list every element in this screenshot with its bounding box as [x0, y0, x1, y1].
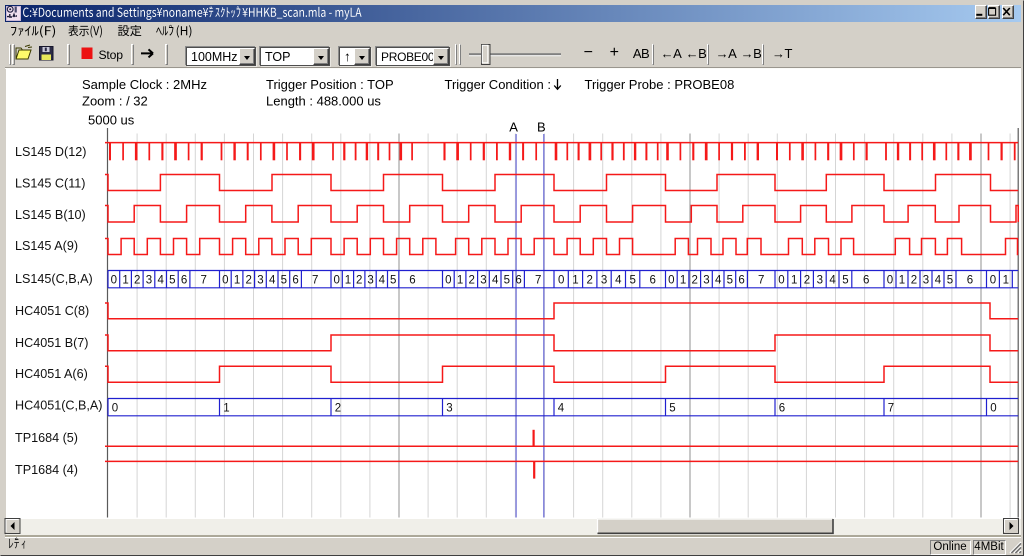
svg-text:5: 5	[504, 275, 510, 287]
svg-text:6: 6	[738, 275, 744, 287]
svg-text:6: 6	[863, 275, 869, 287]
svg-text:3: 3	[601, 275, 607, 287]
svg-text:1: 1	[572, 275, 578, 287]
svg-text:LS145 C(11): LS145 C(11)	[15, 176, 85, 190]
svg-text:A: A	[509, 120, 518, 135]
svg-text:2: 2	[587, 275, 593, 287]
svg-text:TP1684 (5): TP1684 (5)	[15, 431, 78, 445]
svg-text:1: 1	[234, 275, 240, 287]
svg-text:LS145 B(10): LS145 B(10)	[15, 208, 86, 222]
svg-text:2: 2	[356, 275, 362, 287]
svg-text:2: 2	[134, 275, 140, 287]
svg-text:0: 0	[111, 275, 117, 287]
svg-text:5: 5	[947, 275, 953, 287]
svg-text:4: 4	[715, 275, 722, 287]
svg-text:HC4051 B(7): HC4051 B(7)	[15, 336, 89, 350]
svg-text:5: 5	[842, 275, 848, 287]
svg-text:6: 6	[967, 275, 973, 287]
svg-text:6: 6	[649, 275, 655, 287]
svg-text:7: 7	[888, 403, 894, 415]
svg-text:LS145 D(12): LS145 D(12)	[15, 145, 86, 159]
svg-text:5: 5	[281, 275, 287, 287]
svg-text:0: 0	[990, 403, 996, 415]
svg-text:0: 0	[990, 275, 996, 287]
svg-text:7: 7	[312, 275, 318, 287]
svg-text:HC4051 A(6): HC4051 A(6)	[15, 367, 88, 381]
svg-text:5: 5	[669, 403, 675, 415]
svg-text:3: 3	[817, 275, 823, 287]
svg-text:2: 2	[246, 275, 252, 287]
svg-text:3: 3	[923, 275, 929, 287]
svg-text:HC4051 C(8): HC4051 C(8)	[15, 304, 89, 318]
svg-text:3: 3	[146, 275, 152, 287]
svg-text:4: 4	[269, 275, 276, 287]
svg-text:Zoom : / 32: Zoom : / 32	[82, 93, 148, 108]
svg-text:1: 1	[680, 275, 686, 287]
svg-text:Trigger Position : TOP: Trigger Position : TOP	[266, 77, 394, 92]
svg-text:2: 2	[692, 275, 698, 287]
svg-text:5: 5	[169, 275, 175, 287]
svg-text:0: 0	[112, 403, 118, 415]
svg-text:6: 6	[779, 403, 785, 415]
svg-text:2: 2	[804, 275, 810, 287]
svg-text:5: 5	[629, 275, 635, 287]
svg-text:7: 7	[201, 275, 207, 287]
svg-text:3: 3	[480, 275, 486, 287]
svg-text:1: 1	[791, 275, 797, 287]
svg-text:3: 3	[446, 403, 452, 415]
svg-text:5: 5	[390, 275, 396, 287]
svg-text:3: 3	[367, 275, 373, 287]
svg-text:1: 1	[899, 275, 905, 287]
svg-text:0: 0	[445, 275, 451, 287]
svg-text:LS145 A(9): LS145 A(9)	[15, 239, 78, 253]
svg-text:6: 6	[409, 275, 415, 287]
svg-text:4: 4	[935, 275, 942, 287]
svg-text:1: 1	[1003, 275, 1009, 287]
svg-text:2: 2	[911, 275, 917, 287]
svg-text:7: 7	[535, 275, 541, 287]
svg-text:2: 2	[335, 403, 341, 415]
svg-text:0: 0	[887, 275, 893, 287]
svg-text:4: 4	[379, 275, 386, 287]
svg-text:HC4051(C,B,A): HC4051(C,B,A)	[15, 399, 103, 413]
svg-text:4: 4	[615, 275, 622, 287]
svg-text:0: 0	[668, 275, 674, 287]
svg-text:6: 6	[292, 275, 298, 287]
svg-text:6: 6	[181, 275, 187, 287]
svg-text:Stop: Stop	[99, 48, 124, 62]
svg-text:4: 4	[829, 275, 836, 287]
svg-text:4: 4	[558, 403, 565, 415]
svg-text:0: 0	[558, 275, 564, 287]
svg-text:5: 5	[727, 275, 733, 287]
svg-text:4: 4	[492, 275, 499, 287]
svg-text:3: 3	[703, 275, 709, 287]
svg-text:3: 3	[257, 275, 263, 287]
svg-text:0: 0	[222, 275, 228, 287]
svg-text:6: 6	[515, 275, 521, 287]
svg-text:5000 us: 5000 us	[88, 113, 135, 128]
svg-text:1: 1	[345, 275, 351, 287]
svg-text:0: 0	[333, 275, 339, 287]
svg-text:0: 0	[778, 275, 784, 287]
svg-text:Sample Clock : 2MHz: Sample Clock : 2MHz	[82, 77, 207, 92]
svg-text:B: B	[537, 120, 546, 135]
svg-text:7: 7	[758, 275, 764, 287]
svg-text:LS145(C,B,A): LS145(C,B,A)	[15, 272, 93, 286]
svg-text:1: 1	[457, 275, 463, 287]
svg-text:2: 2	[469, 275, 475, 287]
svg-text:Trigger Probe : PROBE08: Trigger Probe : PROBE08	[585, 77, 735, 92]
svg-text:TP1684 (4): TP1684 (4)	[15, 463, 78, 477]
svg-text:Length : 488.000 us: Length : 488.000 us	[266, 93, 381, 108]
svg-text:1: 1	[223, 403, 229, 415]
svg-text:Trigger Condition :: Trigger Condition :	[445, 77, 551, 92]
svg-text:1: 1	[122, 275, 128, 287]
svg-text:4: 4	[157, 275, 164, 287]
